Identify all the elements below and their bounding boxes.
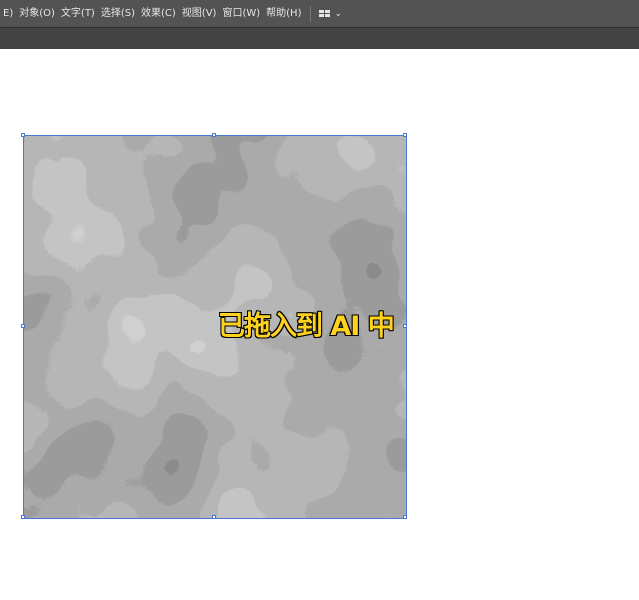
resize-handle-top-left[interactable] [21,133,25,137]
menu-edit[interactable]: E) [0,0,16,27]
resize-handle-top-right[interactable] [403,133,407,137]
chevron-down-icon: ⌄ [334,8,343,19]
resize-handle-right[interactable] [403,324,407,328]
menu-window[interactable]: 窗口(W) [219,0,263,27]
menu-object[interactable]: 对象(O) [16,0,58,27]
menu-bar: E) 对象(O) 文字(T) 选择(S) 效果(C) 视图(V) 窗口(W) 帮… [0,0,639,27]
resize-handle-bottom[interactable] [212,515,216,519]
resize-handle-left[interactable] [21,324,25,328]
menu-divider [310,5,312,22]
menu-effect[interactable]: 效果(C) [138,0,179,27]
menu-view[interactable]: 视图(V) [179,0,220,27]
workspace-switcher[interactable]: ⌄ [319,9,342,19]
resize-handle-top[interactable] [212,133,216,137]
overlay-caption: 已拖入到 AI 中 [217,310,396,343]
menu-type[interactable]: 文字(T) [58,0,98,27]
workspace-grid-icon [319,10,331,17]
menu-select[interactable]: 选择(S) [98,0,138,27]
menu-help[interactable]: 帮助(H) [263,0,304,27]
resize-handle-bottom-right[interactable] [403,515,407,519]
resize-handle-bottom-left[interactable] [21,515,25,519]
control-bar [0,27,639,49]
